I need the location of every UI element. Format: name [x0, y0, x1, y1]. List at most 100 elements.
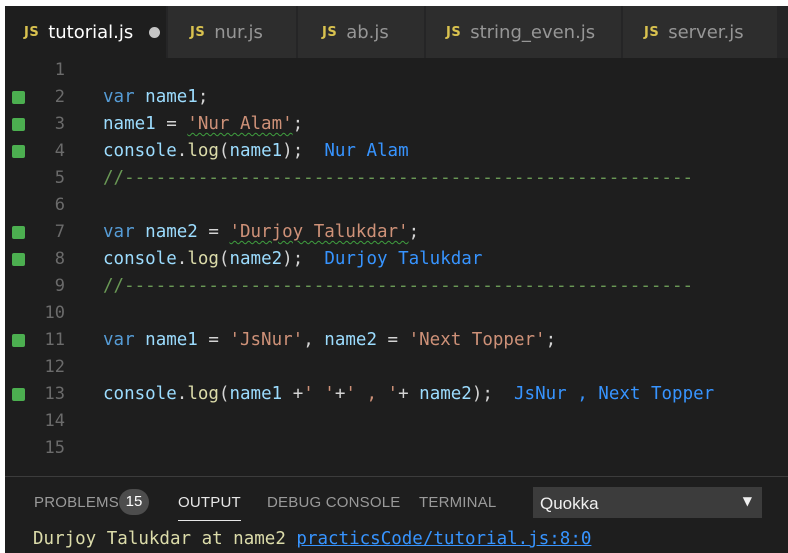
token: ( [218, 384, 230, 404]
code-text[interactable]: console.log(name2); Durjoy Talukdar [103, 249, 482, 269]
line-number: 12 [44, 357, 65, 377]
tab-label: nur.js [214, 21, 263, 43]
token: name1 [145, 330, 198, 350]
token: log [187, 249, 219, 269]
token: + [398, 384, 420, 404]
tab-output[interactable]: OUTPUT [178, 494, 241, 521]
token: = [376, 330, 409, 350]
line-number: 4 [54, 141, 65, 161]
code-line: 7 var name2 = 'Durjoy Talukdar'; [5, 220, 788, 247]
token: ' , ' [345, 384, 399, 404]
token: 'Next Topper' [408, 330, 546, 350]
output-line: Durjoy Talukdar at name2 practicsCode/tu… [33, 529, 591, 549]
token: name1 [103, 114, 156, 134]
token: , [303, 330, 325, 350]
inline-result: Durjoy Talukdar [324, 249, 483, 269]
line-number: 14 [44, 411, 65, 431]
token: = [155, 114, 188, 134]
token: name1 [229, 141, 283, 161]
token: 'Nur Alam' [187, 114, 293, 134]
unsaved-dot-icon[interactable] [149, 26, 161, 38]
line-number: 3 [54, 114, 65, 134]
tab-terminal[interactable]: TERMINAL [419, 494, 496, 511]
token: 'Durjoy Talukdar' [229, 222, 409, 242]
code-line: 6 [5, 193, 788, 220]
tab-label: server.js [668, 21, 744, 43]
tab-ab-js[interactable]: JS ab.js [298, 6, 425, 58]
line-number: 2 [54, 87, 65, 107]
code-text[interactable]: var name1; [103, 87, 208, 107]
code-text[interactable]: var name1 = 'JsNur', name2 = 'Next Toppe… [103, 330, 556, 350]
bottom-panel: PROBLEMS 15 OUTPUT DEBUG CONSOLE TERMINA… [5, 476, 788, 553]
tab-server-js[interactable]: JS server.js [623, 6, 778, 58]
code-text[interactable]: name1 = 'Nur Alam'; [103, 114, 303, 134]
javascript-file-icon: JS [446, 24, 462, 40]
token: ( [218, 141, 230, 161]
output-channel-select[interactable]: Quokka ▼ [533, 487, 762, 518]
token: name1 [145, 87, 198, 107]
token: log [187, 141, 219, 161]
code-line: 11 var name1 = 'JsNur', name2 = 'Next To… [5, 328, 788, 355]
inline-result: JsNur , Next Topper [514, 384, 715, 404]
code-line: 1 [5, 58, 788, 85]
code-line: 12 [5, 355, 788, 382]
tab-label: tutorial.js [48, 21, 134, 43]
code-line: 10 [5, 301, 788, 328]
token: var [103, 330, 135, 350]
comment-divider[interactable]: //--------------------------------------… [103, 276, 693, 296]
line-number: 6 [54, 195, 65, 215]
line-number: 8 [54, 249, 65, 269]
line-number: 1 [54, 60, 65, 80]
token: ; [408, 222, 420, 242]
comment-divider[interactable]: //--------------------------------------… [103, 168, 693, 188]
line-number: 11 [44, 330, 65, 350]
tab-nur-js[interactable]: JS nur.js [168, 6, 297, 58]
tab-tutorial-js[interactable]: JS tutorial.js [5, 6, 167, 58]
line-number: 7 [54, 222, 65, 242]
code-editor[interactable]: 1 2 var name1; 3 name1 = 'Nur Alam'; 4 c… [5, 58, 788, 476]
code-line: 5 //------------------------------------… [5, 166, 788, 193]
javascript-file-icon: JS [322, 24, 338, 40]
token: console [103, 141, 177, 161]
javascript-file-icon: JS [190, 24, 206, 40]
tab-string-even-js[interactable]: JS string_even.js [426, 6, 622, 58]
line-number: 13 [44, 384, 65, 404]
token: console [103, 384, 177, 404]
line-number: 9 [54, 276, 65, 296]
tab-problems[interactable]: PROBLEMS [34, 494, 119, 511]
source-location-link[interactable]: practicsCode/tutorial.js:8:0 [296, 529, 591, 549]
code-line: 9 //------------------------------------… [5, 274, 788, 301]
token: ; [545, 330, 557, 350]
token: ); [282, 249, 304, 269]
code-text[interactable]: console.log(name1); Nur Alam [103, 141, 409, 161]
code-text[interactable]: console.log(name1 +' '+' , '+ name2); Js… [103, 384, 714, 404]
token: name2 [419, 384, 472, 404]
editor-window: JS tutorial.js JS nur.js JS ab.js JS str… [5, 6, 788, 553]
tab-label: string_even.js [470, 21, 596, 43]
dropdown-arrow-icon: ▼ [742, 494, 752, 508]
code-line: 15 [5, 436, 788, 463]
line-number: 10 [44, 303, 65, 323]
tab-bar: JS tutorial.js JS nur.js JS ab.js JS str… [5, 6, 788, 58]
token: . [176, 141, 188, 161]
javascript-file-icon: JS [24, 24, 40, 40]
token: name2 [324, 330, 377, 350]
token: ; [197, 87, 209, 107]
token: + [282, 384, 304, 404]
problems-count-badge: 15 [119, 489, 149, 515]
code-line: 8 console.log(name2); Durjoy Talukdar [5, 247, 788, 274]
token: = [197, 330, 230, 350]
token: name2 [145, 222, 198, 242]
code-text[interactable]: var name2 = 'Durjoy Talukdar'; [103, 222, 419, 242]
tab-label: ab.js [346, 21, 389, 43]
code-line: 14 [5, 409, 788, 436]
token: log [187, 384, 219, 404]
token: ); [471, 384, 493, 404]
tab-debug-console[interactable]: DEBUG CONSOLE [267, 494, 400, 511]
javascript-file-icon: JS [644, 24, 660, 40]
token: ); [282, 141, 304, 161]
code-line: 2 var name1; [5, 85, 788, 112]
token: var [103, 222, 135, 242]
token: . [176, 384, 188, 404]
token: ( [218, 249, 230, 269]
